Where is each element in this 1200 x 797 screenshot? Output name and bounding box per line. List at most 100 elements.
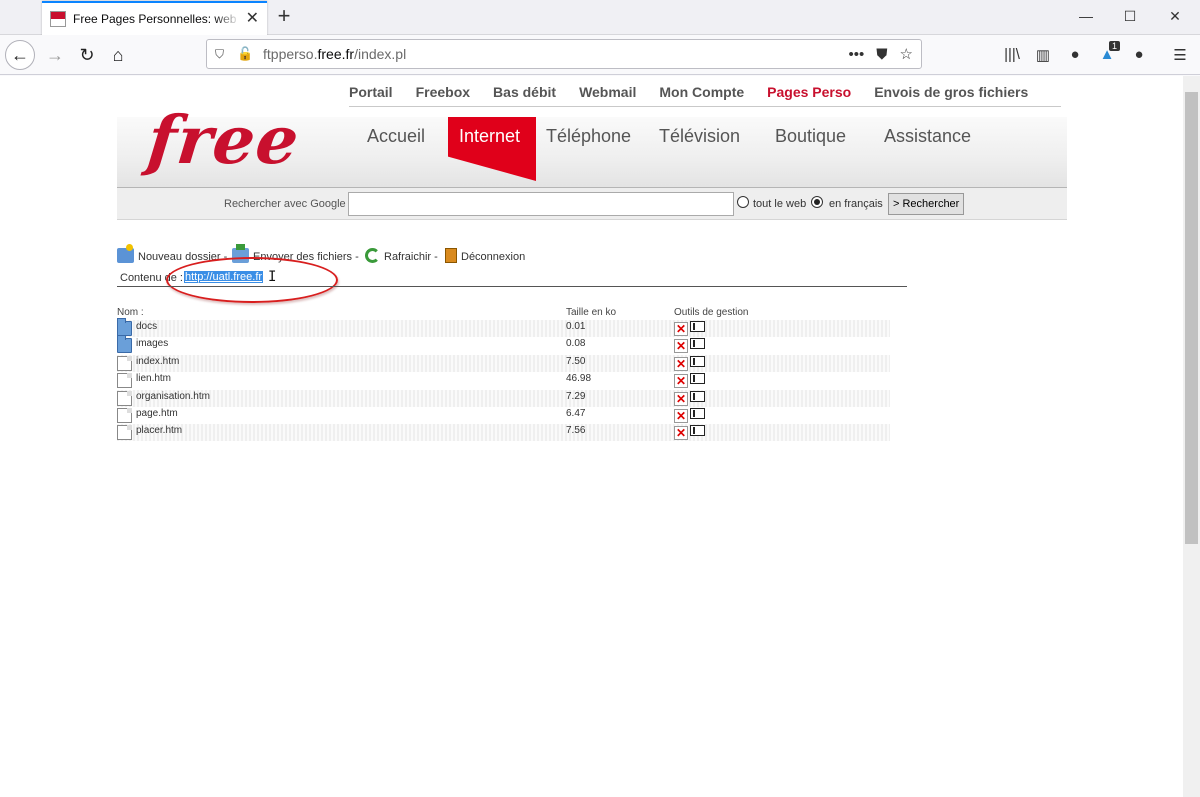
delete-icon[interactable]: ✕: [674, 409, 688, 423]
toplink-webmail[interactable]: Webmail: [579, 84, 636, 100]
nav-boutique[interactable]: Boutique: [775, 126, 846, 147]
extension-badge: 1: [1109, 41, 1121, 51]
free-logo[interactable]: free: [144, 101, 303, 179]
file-name[interactable]: lien.htm: [136, 373, 171, 384]
table-row[interactable]: index.htm 7.50 ✕: [117, 355, 890, 372]
nav-internet[interactable]: Internet: [459, 126, 520, 147]
rename-icon[interactable]: [690, 321, 705, 332]
file-size: 7.29: [566, 391, 586, 402]
radio-web[interactable]: [737, 196, 749, 208]
forward-icon[interactable]: →: [40, 40, 70, 70]
browser-tab[interactable]: Free Pages Personnelles: web ftp ✕: [42, 1, 267, 35]
nav-accueil[interactable]: Accueil: [367, 126, 425, 147]
table-row[interactable]: page.htm 6.47 ✕: [117, 407, 890, 424]
reload-icon[interactable]: ↻: [72, 40, 102, 70]
radio-francais-label: en français: [829, 198, 883, 210]
toplink-pages-perso[interactable]: Pages Perso: [767, 84, 851, 100]
vertical-scrollbar[interactable]: [1183, 76, 1200, 797]
back-icon[interactable]: ←: [5, 40, 35, 70]
library-icon[interactable]: |||\: [1002, 46, 1022, 63]
nav-telephone[interactable]: Téléphone: [546, 126, 631, 147]
divider: [349, 106, 1061, 107]
window-close-icon[interactable]: ✕: [1165, 8, 1185, 25]
free-favicon-icon: [50, 11, 66, 27]
table-row[interactable]: docs 0.01 ✕: [117, 318, 890, 337]
search-input[interactable]: [348, 192, 734, 216]
refresh-icon: [365, 248, 380, 263]
rename-icon[interactable]: [690, 425, 705, 436]
url-text[interactable]: ftpperso.free.fr/index.pl: [263, 46, 837, 62]
close-tab-icon[interactable]: ✕: [246, 11, 259, 27]
file-icon: [117, 408, 132, 423]
rename-icon[interactable]: [690, 356, 705, 367]
radio-francais[interactable]: [811, 196, 823, 208]
file-name[interactable]: docs: [136, 321, 157, 332]
rename-icon[interactable]: [690, 391, 705, 402]
file-size: 7.56: [566, 425, 586, 436]
extension-2-icon[interactable]: ●: [1129, 46, 1149, 63]
insecure-lock-icon[interactable]: 🔓: [237, 46, 253, 62]
url-domain: free.fr: [317, 46, 355, 62]
account-icon[interactable]: ●: [1065, 46, 1085, 63]
file-icon: [117, 391, 132, 406]
top-links: Portail Freebox Bas débit Webmail Mon Co…: [349, 84, 1051, 100]
delete-icon[interactable]: ✕: [674, 322, 688, 336]
file-name[interactable]: images: [136, 338, 168, 349]
delete-icon[interactable]: ✕: [674, 357, 688, 371]
file-name[interactable]: placer.htm: [136, 425, 182, 436]
delete-icon[interactable]: ✕: [674, 374, 688, 388]
toplink-mon-compte[interactable]: Mon Compte: [659, 84, 744, 100]
table-row[interactable]: images 0.08 ✕: [117, 335, 890, 354]
maximize-icon[interactable]: ☐: [1120, 8, 1140, 25]
delete-icon[interactable]: ✕: [674, 426, 688, 440]
toplink-freebox[interactable]: Freebox: [416, 84, 470, 100]
file-name[interactable]: index.htm: [136, 356, 179, 367]
delete-icon[interactable]: ✕: [674, 392, 688, 406]
file-name[interactable]: page.htm: [136, 408, 178, 419]
minimize-icon[interactable]: —: [1076, 8, 1096, 24]
table-row[interactable]: placer.htm 7.56 ✕: [117, 424, 890, 441]
bookmark-star-icon[interactable]: ☆: [900, 45, 913, 63]
toplink-portail[interactable]: Portail: [349, 84, 393, 100]
scrollbar-thumb[interactable]: [1185, 92, 1198, 544]
file-name[interactable]: organisation.htm: [136, 391, 210, 402]
toplink-bas-debit[interactable]: Bas débit: [493, 84, 556, 100]
table-row[interactable]: lien.htm 46.98 ✕: [117, 372, 890, 389]
logout-label: Déconnexion: [461, 251, 526, 263]
address-bar[interactable]: ⛉ 🔓 ftpperso.free.fr/index.pl ••• ⛊ ☆: [206, 39, 922, 69]
web-page: Portail Freebox Bas débit Webmail Mon Co…: [0, 76, 1183, 797]
column-size-header: Taille en ko: [566, 307, 617, 318]
refresh-action[interactable]: Rafraichir -: [365, 248, 438, 263]
more-icon[interactable]: •••: [849, 46, 865, 63]
highlight-circle: [166, 257, 338, 303]
folder-icon: [117, 335, 132, 353]
nav-assistance[interactable]: Assistance: [884, 126, 971, 147]
file-size: 7.50: [566, 356, 586, 367]
search-button[interactable]: > Rechercher: [888, 193, 965, 215]
logout-action[interactable]: Déconnexion: [445, 248, 525, 263]
table-row[interactable]: organisation.htm 7.29 ✕: [117, 390, 890, 407]
file-size: 6.47: [566, 408, 586, 419]
nav-toolbar: ← → ↻ ⌂ ⛉ 🔓 ftpperso.free.fr/index.pl ••…: [0, 35, 1200, 75]
sidebar-icon[interactable]: ▥: [1033, 46, 1053, 64]
file-icon: [117, 356, 132, 371]
search-bar: Rechercher avec Google tout le web en fr…: [117, 187, 1067, 220]
url-host: ftpperso.: [263, 46, 318, 62]
delete-icon[interactable]: ✕: [674, 339, 688, 353]
folder-icon: [117, 318, 132, 336]
file-size: 0.01: [566, 321, 586, 332]
new-tab-button[interactable]: +: [272, 5, 296, 29]
logout-icon: [445, 248, 457, 263]
toplink-gros-fichiers[interactable]: Envois de gros fichiers: [874, 84, 1028, 100]
nav-television[interactable]: Télévision: [659, 126, 740, 147]
rename-icon[interactable]: [690, 373, 705, 384]
refresh-label: Rafraichir: [384, 251, 432, 263]
pocket-icon[interactable]: ⛊: [876, 46, 887, 63]
separator: -: [434, 251, 438, 263]
shield-icon[interactable]: ⛉: [215, 47, 231, 62]
column-tools-header: Outils de gestion: [674, 307, 749, 318]
rename-icon[interactable]: [690, 338, 705, 349]
menu-icon[interactable]: ☰: [1170, 46, 1190, 64]
rename-icon[interactable]: [690, 408, 705, 419]
home-icon[interactable]: ⌂: [103, 40, 133, 70]
